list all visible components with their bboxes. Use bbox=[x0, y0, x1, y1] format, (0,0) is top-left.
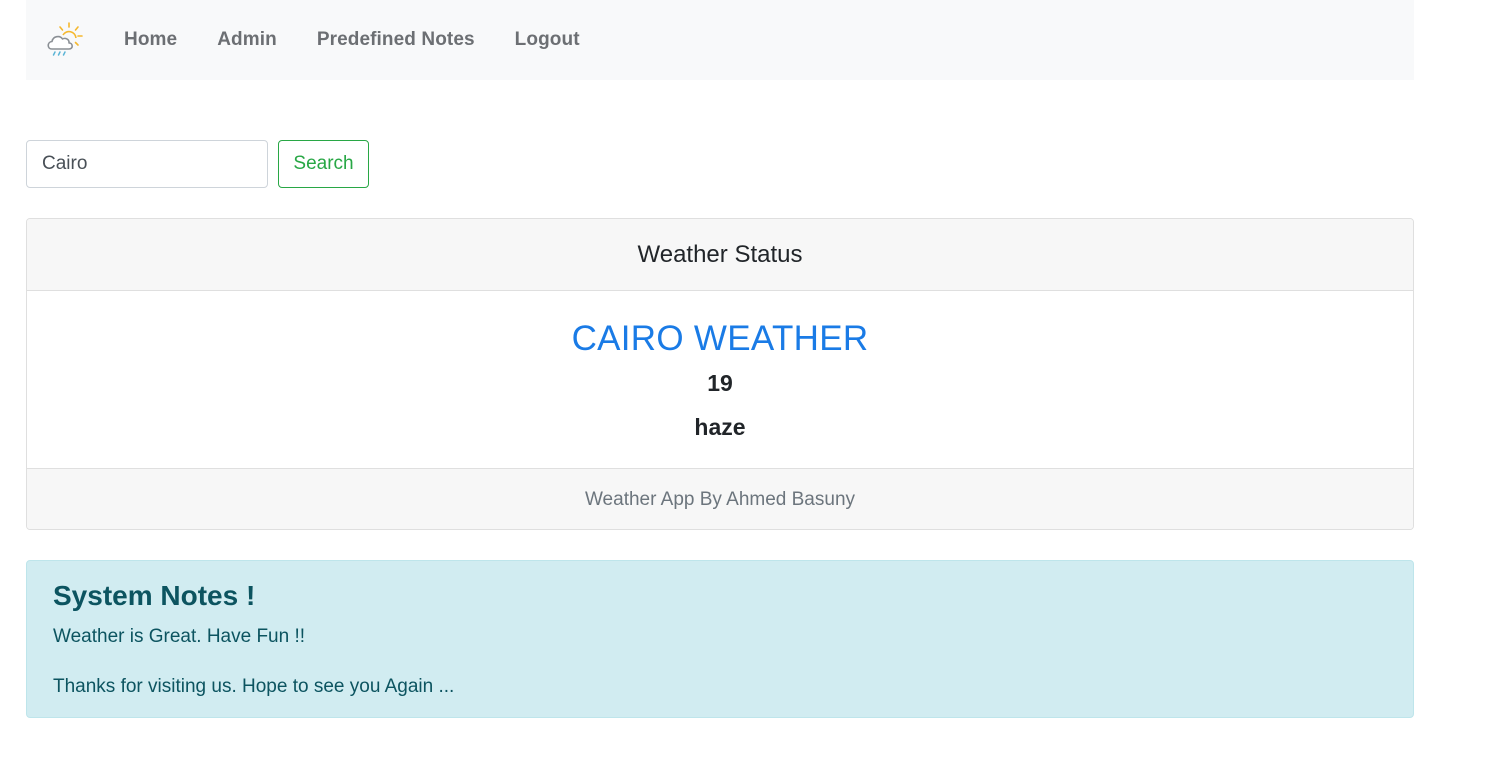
nav-link-logout[interactable]: Logout bbox=[515, 29, 580, 51]
top-navbar: Home Admin Predefined Notes Logout bbox=[26, 0, 1414, 80]
nav-link-predefined-notes[interactable]: Predefined Notes bbox=[317, 29, 475, 51]
card-header: Weather Status bbox=[27, 219, 1413, 291]
city-weather-title: CAIRO WEATHER bbox=[571, 319, 869, 358]
system-note-line: Thanks for visiting us. Hope to see you … bbox=[53, 676, 455, 697]
weather-status-card: Weather Status CAIRO WEATHER 19 haze Wea… bbox=[26, 218, 1414, 530]
card-body: CAIRO WEATHER 19 haze bbox=[27, 291, 1413, 468]
nav-link-home[interactable]: Home bbox=[124, 29, 177, 51]
nav-link-admin[interactable]: Admin bbox=[217, 29, 277, 51]
search-form: Search bbox=[26, 140, 369, 188]
city-search-input[interactable] bbox=[26, 140, 268, 188]
weather-logo-icon[interactable] bbox=[44, 19, 86, 61]
system-notes-alert: System Notes ! Weather is Great. Have Fu… bbox=[26, 560, 1414, 718]
system-notes-heading: System Notes ! bbox=[53, 580, 256, 611]
temperature-value: 19 bbox=[707, 370, 733, 396]
weather-description: haze bbox=[694, 414, 746, 440]
system-note-line: Weather is Great. Have Fun !! bbox=[53, 626, 306, 647]
search-button[interactable]: Search bbox=[278, 140, 369, 188]
card-footer: Weather App By Ahmed Basuny bbox=[27, 468, 1413, 529]
